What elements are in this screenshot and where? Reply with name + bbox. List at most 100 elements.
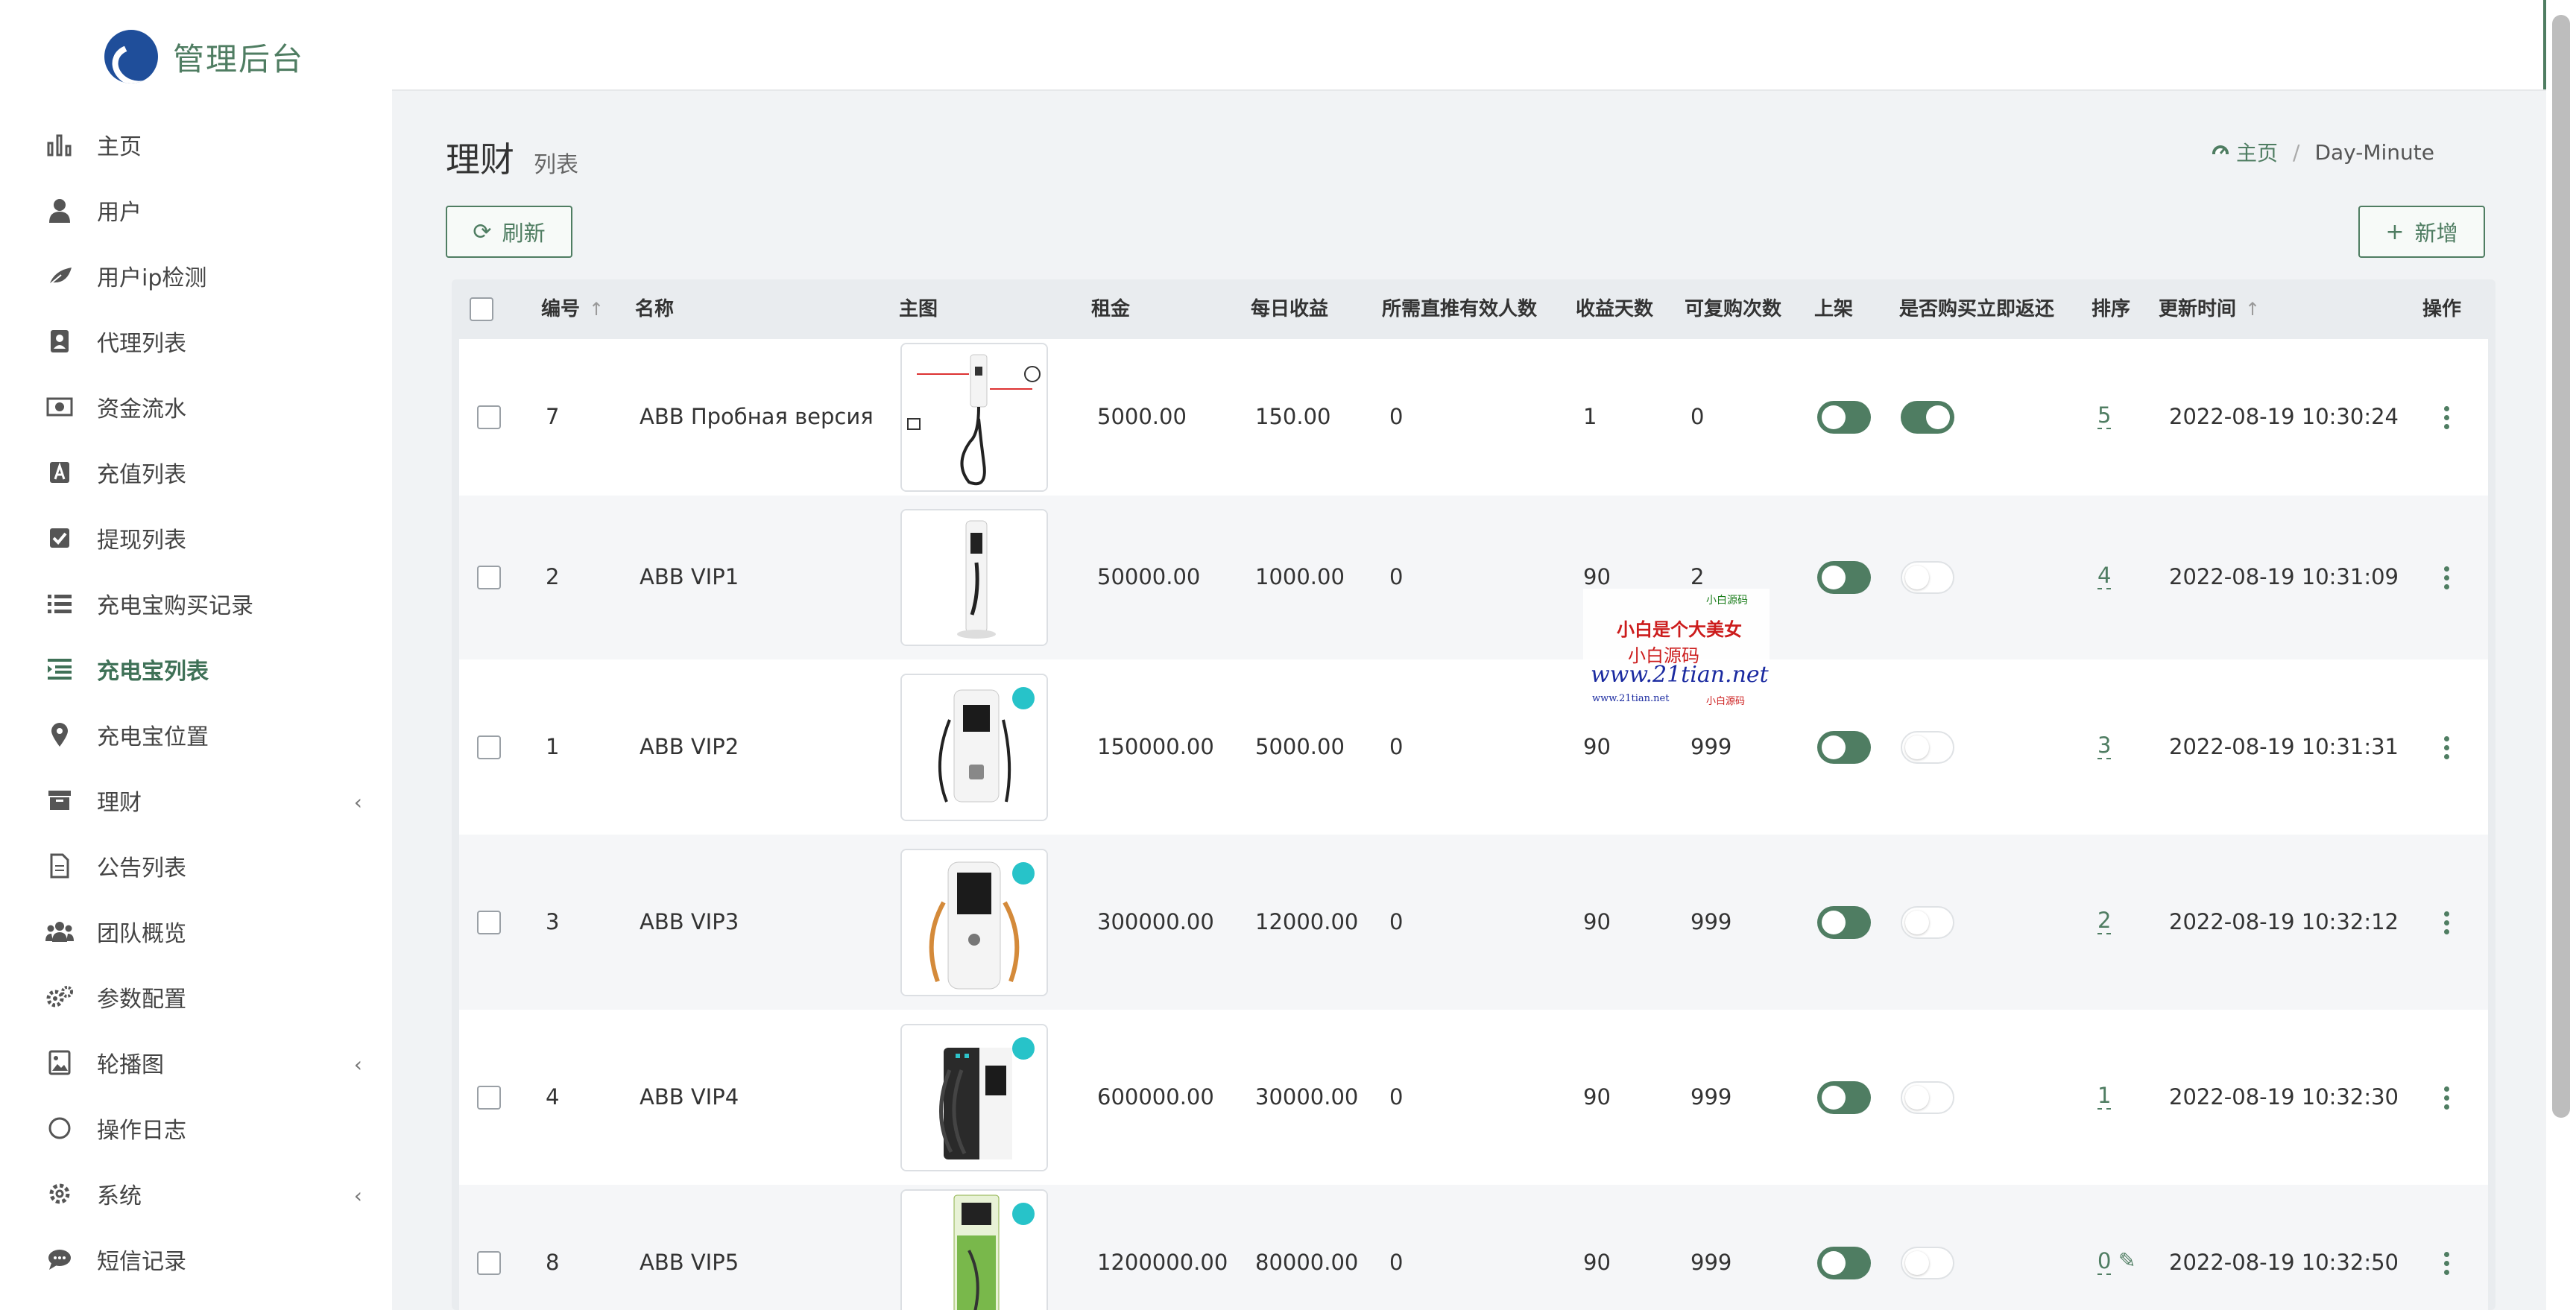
sort-editable[interactable]: 4 — [2097, 563, 2112, 589]
sidebar-item[interactable]: 公告列表 — [0, 833, 392, 899]
refresh-label: 刷新 — [502, 221, 546, 246]
sidebar-item[interactable]: 理财 ‹ — [0, 768, 392, 833]
cell-repurchase: 2 — [1690, 564, 1705, 589]
sidebar-item-label: 充值列表 — [97, 462, 186, 488]
brand-name: 管理后台 — [173, 40, 305, 77]
table-row[interactable]: 4 ABB VIP4 600000.00 30000.00 0 90 999 1 2022-08… — [459, 1010, 2488, 1185]
product-image[interactable] — [900, 509, 1048, 646]
refresh-icon: ⟳ — [473, 218, 492, 245]
sidebar-item-label: 短信记录 — [97, 1249, 186, 1275]
sidebar-item-label: 资金流水 — [97, 396, 186, 423]
more-actions-icon[interactable] — [2443, 406, 2450, 429]
sidebar-item[interactable]: 提现列表 — [0, 505, 392, 571]
listed-toggle[interactable] — [1817, 1247, 1871, 1279]
add-button[interactable]: + 新增 — [2358, 206, 2485, 258]
brand-logo[interactable]: 管理后台 — [104, 30, 304, 83]
table-row[interactable]: 2 ABB VIP1 50000.00 1000.00 0 90 2 4 2022-08-19 … — [459, 496, 2488, 659]
sidebar-item[interactable]: 充电宝列表 — [0, 636, 392, 702]
column-name: 名称 — [635, 298, 675, 320]
users-icon — [45, 917, 75, 946]
toggle-knob — [1822, 1251, 1846, 1275]
listed-toggle[interactable] — [1817, 731, 1871, 764]
product-image[interactable] — [900, 1189, 1048, 1310]
sidebar-item[interactable]: 资金流水 — [0, 374, 392, 440]
breadcrumb-home[interactable]: 主页 — [2211, 137, 2278, 167]
cell-days: 90 — [1583, 1250, 1611, 1275]
indent-list-icon — [45, 654, 75, 684]
list-icon — [45, 589, 75, 618]
select-all-checkbox[interactable] — [470, 297, 493, 321]
listed-toggle[interactable] — [1817, 906, 1871, 939]
more-actions-icon[interactable] — [2443, 1086, 2450, 1110]
cell-referrals: 0 — [1389, 1250, 1404, 1275]
instant-return-toggle[interactable] — [1901, 731, 1954, 764]
product-image[interactable] — [900, 849, 1048, 996]
plus-icon: + — [2385, 218, 2405, 245]
sidebar-item[interactable]: 操作日志 — [0, 1095, 392, 1161]
sidebar-item[interactable]: 系统 ‹ — [0, 1161, 392, 1227]
product-image[interactable] — [900, 343, 1048, 492]
table-row[interactable]: 1 ABB VIP2 150000.00 5000.00 0 90 999 3 2022-08-… — [459, 659, 2488, 835]
more-actions-icon[interactable] — [2443, 736, 2450, 759]
more-actions-icon[interactable] — [2443, 566, 2450, 589]
instant-return-toggle[interactable] — [1901, 906, 1954, 939]
breadcrumb: 主页 / Day-Minute — [2211, 137, 2434, 167]
sort-editable[interactable]: 1 — [2097, 1083, 2112, 1110]
cell-referrals: 0 — [1389, 564, 1404, 589]
sidebar-item[interactable]: 主页 — [0, 112, 392, 177]
sort-editable[interactable]: 5 — [2097, 402, 2112, 429]
watermark-line-1: 小白是个大美女 — [1617, 618, 1742, 640]
sort-editable[interactable]: 3 — [2097, 732, 2112, 759]
row-checkbox[interactable] — [477, 566, 501, 589]
product-image[interactable] — [900, 674, 1048, 821]
sidebar-item[interactable]: 团队概览 — [0, 899, 392, 964]
column-updated[interactable]: 更新时间 ↑ — [2159, 279, 2260, 339]
cell-id: 2 — [546, 564, 560, 589]
sidebar-item[interactable]: 充电宝位置 — [0, 702, 392, 768]
scrollbar-thumb[interactable] — [2552, 15, 2570, 1118]
table-row[interactable]: 7 ABB Пробная версия 5000.00 150.00 0 1 0 5 2022… — [459, 339, 2488, 496]
cell-referrals: 0 — [1389, 1084, 1404, 1110]
breadcrumb-home-label: 主页 — [2236, 141, 2279, 165]
cell-updated: 2022-08-19 10:30:24 — [2169, 404, 2399, 429]
column-id[interactable]: 编号 ↑ — [541, 279, 604, 339]
cell-name: ABB VIP4 — [640, 1084, 739, 1110]
chat-bubble-icon — [45, 1244, 75, 1274]
cell-rent: 1200000.00 — [1097, 1250, 1228, 1275]
sidebar-item[interactable]: 代理列表 — [0, 308, 392, 374]
listed-toggle[interactable] — [1817, 401, 1871, 434]
refresh-button[interactable]: ⟳ 刷新 — [446, 206, 572, 258]
sidebar-item[interactable]: 参数配置 — [0, 964, 392, 1030]
row-checkbox[interactable] — [477, 1251, 501, 1275]
cell-days: 90 — [1583, 564, 1611, 589]
more-actions-icon[interactable] — [2443, 911, 2450, 934]
listed-toggle[interactable] — [1817, 561, 1871, 594]
sidebar-item[interactable]: 用户 — [0, 177, 392, 243]
table-row[interactable]: 8 ABB VIP5 1200000.00 80000.00 0 90 999 0 ✎ 2022-… — [459, 1185, 2488, 1310]
sort-editable[interactable]: 2 — [2097, 908, 2112, 934]
row-checkbox[interactable] — [477, 405, 501, 429]
row-checkbox[interactable] — [477, 911, 501, 934]
contact-card-icon — [45, 326, 75, 356]
instant-return-toggle[interactable] — [1901, 1247, 1954, 1279]
scrollbar[interactable] — [2546, 0, 2576, 1310]
instant-return-toggle[interactable] — [1901, 561, 1954, 594]
sort-editable[interactable]: 0 — [2097, 1248, 2112, 1275]
sidebar-item[interactable]: 充电宝购买记录 — [0, 571, 392, 636]
table-row[interactable]: 3 ABB VIP3 300000.00 12000.00 0 90 999 2 2022-08… — [459, 835, 2488, 1010]
product-image[interactable] — [900, 1024, 1048, 1171]
row-checkbox[interactable] — [477, 1086, 501, 1110]
instant-return-toggle[interactable] — [1901, 1081, 1954, 1114]
instant-return-toggle[interactable] — [1901, 401, 1954, 434]
sidebar-item[interactable]: 用户ip检测 — [0, 243, 392, 308]
column-id-label: 编号 — [541, 298, 581, 320]
more-actions-icon[interactable] — [2443, 1252, 2450, 1275]
top-navbar — [392, 0, 2546, 91]
sidebar-item[interactable]: 短信记录 — [0, 1227, 392, 1292]
listed-toggle[interactable] — [1817, 1081, 1871, 1114]
sidebar-item[interactable]: 充值列表 — [0, 440, 392, 505]
cell-name: ABB VIP1 — [640, 564, 739, 589]
column-rent: 租金 — [1091, 298, 1131, 320]
sidebar-item[interactable]: 轮播图 ‹ — [0, 1030, 392, 1095]
row-checkbox[interactable] — [477, 735, 501, 759]
